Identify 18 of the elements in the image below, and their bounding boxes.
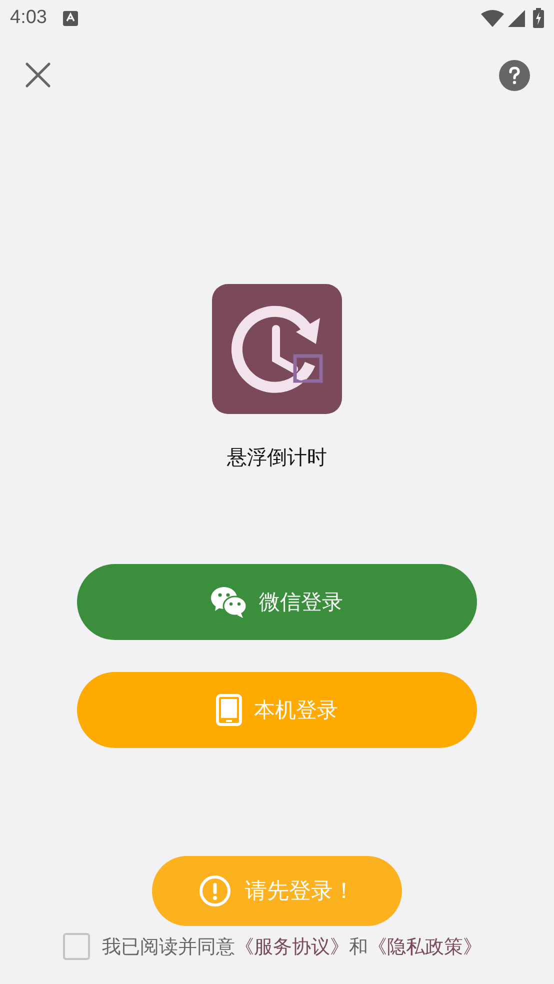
keyboard-icon [62, 10, 78, 26]
agreement-text: 我已阅读并同意《服务协议》和《隐私政策》 [102, 934, 482, 960]
tablet-icon [216, 694, 242, 726]
app-icon [212, 284, 342, 414]
agreement-link[interactable]: 《服务协议》 [235, 936, 349, 958]
agreement-checkbox[interactable] [63, 933, 90, 960]
help-icon[interactable] [499, 60, 530, 90]
battery-icon [533, 8, 544, 28]
chat-bubbles-icon [211, 586, 247, 618]
status-time: 4:03 [10, 7, 47, 29]
login-toast: 请先登录！ [152, 856, 402, 926]
signal-icon [508, 10, 525, 26]
close-icon[interactable] [24, 61, 52, 89]
wifi-icon [481, 9, 504, 27]
alert-icon [199, 875, 231, 907]
agreement-link[interactable]: 《隐私政策》 [368, 936, 482, 958]
wechat-login-button[interactable]: 微信登录 [77, 564, 477, 640]
app-name: 悬浮倒计时 [227, 444, 327, 471]
